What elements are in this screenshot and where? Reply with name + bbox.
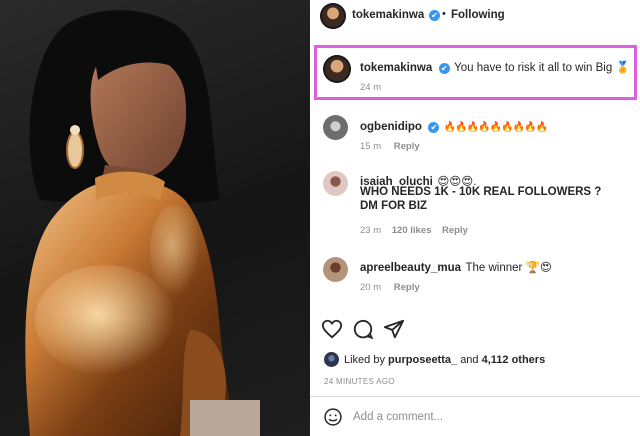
portrait-image <box>25 10 260 436</box>
caption-avatar[interactable] <box>323 55 351 83</box>
caption-text: You have to risk it all to win Big 🏅 <box>454 62 630 74</box>
liker-username[interactable]: purposeetta_ <box>388 354 457 366</box>
comment-time: 15 m <box>360 141 382 152</box>
add-comment-bar: Add a comment... <box>310 403 640 433</box>
liker-avatar[interactable] <box>324 352 339 367</box>
verified-badge-icon: ✔ <box>428 122 440 133</box>
comment-text: 🔥🔥🔥🔥🔥🔥🔥🔥🔥 <box>443 122 548 133</box>
likes-count[interactable]: 4,112 others <box>482 354 546 366</box>
caption: tokemakinwa ✔ You have to risk it all to… <box>310 52 640 96</box>
post-timestamp: 24 MINUTES AGO <box>324 377 395 386</box>
verified-badge-icon: ✔ <box>438 63 450 74</box>
comment-text-line: WHO NEEDS 1K - 10K REAL FOLLOWERS ? <box>360 186 602 198</box>
following-button[interactable]: Following <box>451 9 505 21</box>
comment-likes-count[interactable]: 120 likes <box>392 225 432 236</box>
post-photo <box>0 0 310 436</box>
and-label: and <box>460 354 479 366</box>
commenter-avatar[interactable] <box>323 171 348 196</box>
separator-dot: • <box>442 8 446 20</box>
caption-username[interactable]: tokemakinwa <box>360 62 432 74</box>
emoji-icon[interactable] <box>323 407 343 432</box>
reply-button[interactable]: Reply <box>442 225 468 236</box>
comment-time: 23 m <box>360 225 382 236</box>
author-username[interactable]: tokemakinwa <box>352 9 424 21</box>
post-header: tokemakinwa ✔ • Following <box>310 0 640 32</box>
likes-summary: Liked by purposeetta_ and 4,112 others <box>324 350 634 370</box>
commenter-avatar[interactable] <box>323 257 348 282</box>
post-actions <box>310 318 640 340</box>
comment-item: apreelbeauty_mua The winner 🏆😍 20 m Repl… <box>310 254 640 296</box>
reply-button[interactable]: Reply <box>394 282 420 293</box>
heart-icon[interactable] <box>321 318 343 340</box>
author-avatar[interactable] <box>320 3 346 29</box>
comment-text-line: DM FOR BIZ <box>360 200 428 212</box>
post-detail-panel: tokemakinwa ✔ • Following tokemakinwa ✔ … <box>310 0 640 436</box>
share-icon[interactable] <box>383 318 405 340</box>
comment-icon[interactable] <box>352 318 374 340</box>
reply-button[interactable]: Reply <box>394 141 420 152</box>
caption-time: 24 m <box>360 82 382 93</box>
comment-username[interactable]: ogbenidipo <box>360 121 422 133</box>
comment-input[interactable]: Add a comment... <box>353 411 443 423</box>
divider <box>310 396 640 397</box>
verified-badge-icon: ✔ <box>429 10 440 21</box>
comment-text: The winner 🏆😍 <box>465 262 552 274</box>
comment-item: ogbenidipo ✔ 🔥🔥🔥🔥🔥🔥🔥🔥🔥 15 m Reply <box>310 112 640 154</box>
comment-username[interactable]: apreelbeauty_mua <box>360 262 461 274</box>
commenter-avatar[interactable] <box>323 115 348 140</box>
comment-item: isaiah_oluchi 😍😍😍. WHO NEEDS 1K - 10K RE… <box>310 168 640 240</box>
comment-time: 20 m <box>360 282 382 293</box>
liked-by-label: Liked by <box>344 354 385 366</box>
